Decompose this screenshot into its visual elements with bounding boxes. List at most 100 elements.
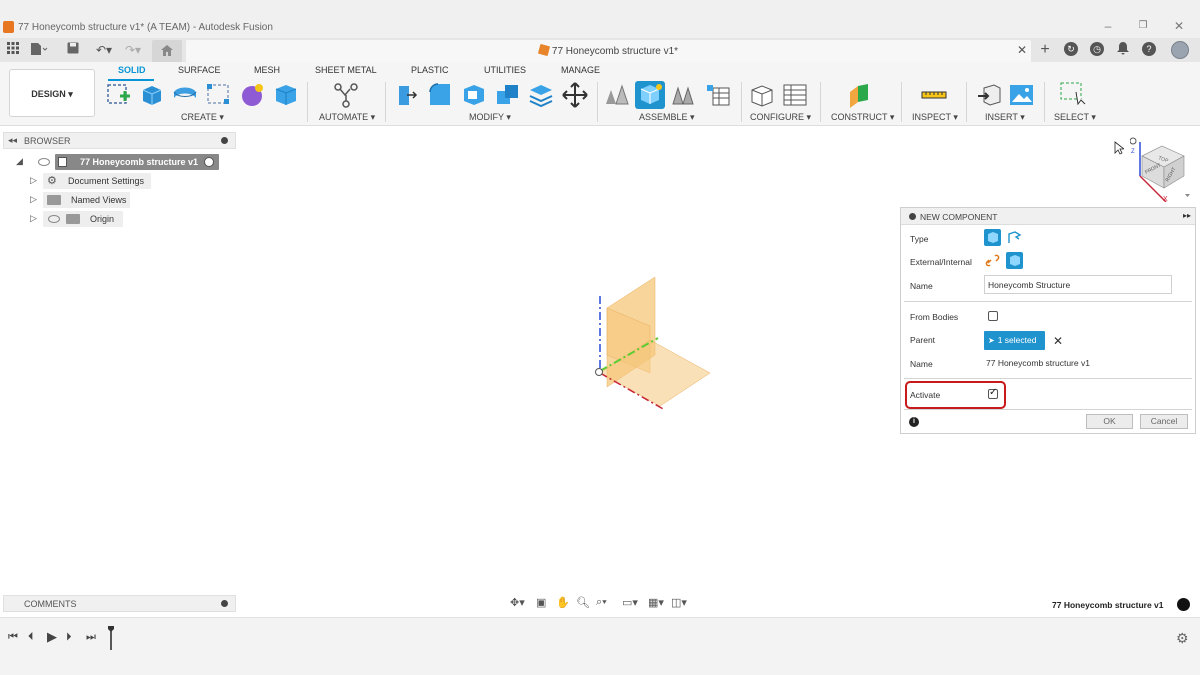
ok-button[interactable]: OK xyxy=(1086,414,1133,429)
fit-zoom-icon[interactable]: ⌕▾ xyxy=(596,596,607,609)
type-sheet-metal-button[interactable] xyxy=(1006,229,1023,246)
go-to-end-icon[interactable]: ⏭ xyxy=(86,631,96,644)
group-assemble[interactable]: ASSEMBLE ▾ xyxy=(639,112,695,123)
fillet-icon[interactable] xyxy=(427,82,453,108)
step-back-icon[interactable]: ⏴ xyxy=(28,631,34,644)
insert-derive-icon[interactable] xyxy=(976,82,1002,108)
viewports-icon[interactable]: ◫▾ xyxy=(671,596,687,609)
group-select[interactable]: SELECT ▾ xyxy=(1054,112,1096,123)
new-component-active-icon[interactable] xyxy=(635,81,665,109)
tab-solid[interactable]: SOLID xyxy=(118,65,146,75)
internal-component-button[interactable] xyxy=(1006,252,1023,269)
home-view-icon[interactable] xyxy=(1129,137,1137,145)
table-icon[interactable] xyxy=(705,82,731,108)
tab-mesh[interactable]: MESH xyxy=(254,65,280,75)
extrude-icon[interactable] xyxy=(172,82,198,108)
group-create[interactable]: CREATE ▾ xyxy=(181,112,224,123)
group-configure[interactable]: CONFIGURE ▾ xyxy=(750,112,811,123)
collapse-arrow-icon[interactable]: ◢ xyxy=(16,156,23,167)
expand-arrow-icon[interactable]: ▷ xyxy=(30,213,37,224)
offset-plane-icon[interactable] xyxy=(847,82,873,108)
configure-table-icon[interactable] xyxy=(782,82,808,108)
box-icon[interactable] xyxy=(273,82,299,108)
new-tab-plus-icon[interactable]: + xyxy=(1037,42,1053,58)
timeline-settings-gear-icon[interactable]: ⚙ xyxy=(1176,630,1189,647)
tab-surface[interactable]: SURFACE xyxy=(178,65,221,75)
configure-icon[interactable] xyxy=(749,82,775,108)
file-menu-icon[interactable] xyxy=(30,42,48,58)
automate-icon[interactable] xyxy=(333,82,359,108)
help-icon[interactable]: ? xyxy=(1142,42,1156,56)
info-icon[interactable]: i xyxy=(909,417,919,427)
group-construct[interactable]: CONSTRUCT ▾ xyxy=(831,112,894,123)
workspace-switcher[interactable]: DESIGN ▾ xyxy=(9,69,95,117)
fusion-status-icon[interactable] xyxy=(1177,598,1190,611)
group-modify[interactable]: MODIFY ▾ xyxy=(469,112,511,123)
group-automate[interactable]: AUTOMATE ▾ xyxy=(319,112,375,123)
step-forward-icon[interactable]: ⏵ xyxy=(66,631,72,644)
display-settings-icon[interactable]: ▭▾ xyxy=(622,596,638,609)
document-tab[interactable]: 77 Honeycomb structure v1* ✕ xyxy=(186,40,1031,62)
origin-planes-model[interactable] xyxy=(590,270,720,415)
pin-icon[interactable] xyxy=(909,213,916,220)
undo-icon[interactable]: ↶▾ xyxy=(92,42,116,58)
shell-icon[interactable] xyxy=(461,82,487,108)
browser-item-origin[interactable]: ▷ Origin xyxy=(28,211,128,227)
pin-icon[interactable] xyxy=(221,137,228,144)
visibility-eye-icon[interactable] xyxy=(48,215,60,223)
notifications-bell-icon[interactable] xyxy=(1115,42,1131,58)
close-tab-icon[interactable]: ✕ xyxy=(1017,43,1027,57)
minimize-icon[interactable]: – xyxy=(1099,18,1117,34)
look-at-icon[interactable]: ▣ xyxy=(536,596,546,609)
window-select-icon[interactable] xyxy=(1060,82,1086,108)
tab-plastic[interactable]: PLASTIC xyxy=(411,65,449,75)
timeline-marker-handle[interactable] xyxy=(108,626,114,650)
expand-arrow-icon[interactable]: ▷ xyxy=(30,194,37,205)
zoom-icon[interactable]: 🔍︎ xyxy=(576,596,590,609)
activate-radio-icon[interactable] xyxy=(204,157,214,167)
create-component-icon[interactable] xyxy=(139,82,165,108)
sketch-pattern-icon[interactable] xyxy=(206,82,232,108)
move-copy-icon[interactable] xyxy=(562,82,588,108)
browser-item-document-settings[interactable]: ▷ ⚙ Document Settings xyxy=(28,173,153,189)
clear-selection-icon[interactable]: ✕ xyxy=(1053,334,1063,348)
expand-arrow-icon[interactable]: ▷ xyxy=(30,175,37,186)
visibility-eye-icon[interactable] xyxy=(38,158,50,166)
pan-hand-icon[interactable]: ✋ xyxy=(556,596,570,609)
external-link-button[interactable] xyxy=(984,252,1001,269)
insert-image-icon[interactable] xyxy=(1009,82,1035,108)
parent-selection-button[interactable]: ➤ 1 selected xyxy=(984,331,1045,350)
redo-icon[interactable]: ↷▾ xyxy=(121,42,145,58)
expand-dialog-icon[interactable]: ▸▸ xyxy=(1183,211,1191,220)
viewcube[interactable]: TOP FRONT RIGHT Z X xyxy=(1129,132,1195,203)
browser-root-node[interactable]: ◢ 77 Honeycomb structure v1 xyxy=(15,154,220,170)
orbit-icon[interactable]: ✥▾ xyxy=(510,596,525,609)
add-comment-icon[interactable] xyxy=(221,600,228,607)
app-grid-icon[interactable] xyxy=(5,42,21,58)
group-insert[interactable]: INSERT ▾ xyxy=(985,112,1025,123)
type-standard-component-button[interactable] xyxy=(984,229,1001,246)
extensions-icon[interactable]: ↻ xyxy=(1064,42,1078,56)
form-icon[interactable] xyxy=(239,82,265,108)
collapse-browser-icon[interactable]: ◂◂ xyxy=(8,135,17,146)
cancel-button[interactable]: Cancel xyxy=(1140,414,1188,429)
press-pull-icon[interactable] xyxy=(393,82,419,108)
dialog-header[interactable]: NEW COMPONENT ▸▸ xyxy=(901,208,1195,225)
component-name-input[interactable] xyxy=(984,275,1172,294)
play-icon[interactable]: ▶ xyxy=(47,629,57,645)
user-avatar[interactable] xyxy=(1171,41,1189,59)
go-to-start-icon[interactable]: ⏮ xyxy=(8,631,18,644)
measure-icon[interactable] xyxy=(921,82,947,108)
create-sketch-icon[interactable] xyxy=(106,82,132,108)
close-window-icon[interactable]: ✕ xyxy=(1170,18,1188,34)
joint-icon[interactable] xyxy=(670,82,696,108)
tab-sheet-metal[interactable]: SHEET METAL xyxy=(315,65,377,75)
new-component-icon[interactable] xyxy=(604,82,630,108)
browser-item-named-views[interactable]: ▷ Named Views xyxy=(28,192,133,208)
save-icon[interactable] xyxy=(65,42,81,58)
comments-panel-header[interactable]: COMMENTS xyxy=(3,595,236,612)
job-status-icon[interactable]: ◷ xyxy=(1090,42,1104,56)
browser-panel-header[interactable]: ◂◂ BROWSER xyxy=(3,132,236,149)
grid-snap-icon[interactable]: ▦▾ xyxy=(648,596,664,609)
combine-icon[interactable] xyxy=(495,82,521,108)
